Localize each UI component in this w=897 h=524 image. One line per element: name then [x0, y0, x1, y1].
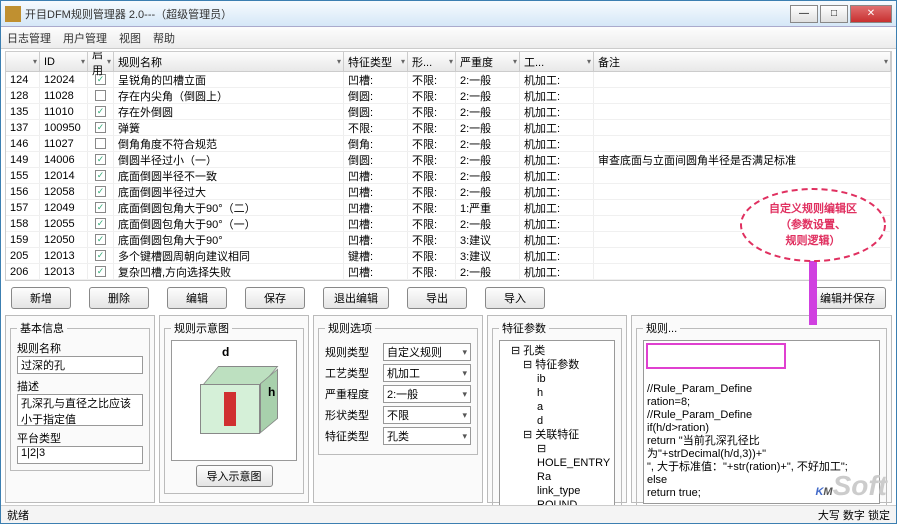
plat-label: 平台类型 [17, 430, 143, 446]
detail-area: 基本信息 规则名称 过深的孔 描述 孔深孔与直径之比应该小于指定值 平台类型 1… [1, 313, 896, 505]
titlebar[interactable]: 开目DFM规则管理器 2.0---（超级管理员） ― □ ✕ [1, 1, 896, 27]
highlight-box [646, 343, 786, 369]
label-d: d [222, 345, 229, 359]
edit-data-button[interactable]: 编辑并保存 [809, 287, 886, 309]
rule-type-select[interactable]: 自定义规则 [383, 343, 471, 361]
maximize-button[interactable]: □ [820, 5, 848, 23]
params-legend: 特征参数 [499, 320, 549, 336]
col-proc[interactable]: 工... [520, 52, 594, 71]
feature-select[interactable]: 孔类 [383, 427, 471, 445]
grid-header[interactable]: ID 启用 规则名称 特征类型 形... 严重度 工... 备注 [6, 52, 891, 72]
callout-cloud: 自定义规则编辑区（参数设置、规则逻辑） [733, 180, 893, 270]
menu-log[interactable]: 日志管理 [7, 30, 51, 46]
toolbar: 新增 删除 编辑 保存 退出编辑 导出 导入 编辑并保存 [1, 283, 896, 313]
feature-tree[interactable]: ⊟ 孔类⊟ 特征参数ibhad⊟ 关联特征⊟ HOLE_ENTRYRalink_… [499, 340, 615, 505]
menubar: 日志管理 用户管理 视图 帮助 [1, 27, 896, 49]
statusbar: 就绪 大写 数字 锁定 [1, 505, 896, 523]
edit-button[interactable]: 编辑 [167, 287, 227, 309]
col-id[interactable]: ID [40, 52, 88, 71]
menu-user[interactable]: 用户管理 [63, 30, 107, 46]
close-button[interactable]: ✕ [850, 5, 892, 23]
status-left: 就绪 [7, 507, 29, 523]
type-label: 规则类型 [325, 344, 377, 360]
basic-panel: 基本信息 规则名称 过深的孔 描述 孔深孔与直径之比应该小于指定值 平台类型 1… [5, 315, 155, 503]
watermark-logo: KMSoft [815, 470, 887, 502]
table-row[interactable]: 12412024✓呈锐角的凹槽立面凹槽:不限:2:一般机加工: [6, 72, 891, 88]
menu-view[interactable]: 视图 [119, 30, 141, 46]
table-row[interactable]: 13511010✓存在外倒圆倒圆:不限:2:一般机加工: [6, 104, 891, 120]
import-diagram-button[interactable]: 导入示意图 [196, 465, 273, 487]
rule-name-input[interactable]: 过深的孔 [17, 356, 143, 374]
col-index[interactable] [6, 52, 40, 71]
platform-input[interactable]: 1|2|3 [17, 446, 143, 464]
label-h: h [268, 385, 275, 399]
diagram-legend: 规则示意图 [171, 320, 232, 336]
desc-label: 描述 [17, 378, 143, 394]
severity-select[interactable]: 2:一般 [383, 385, 471, 403]
window-title: 开目DFM规则管理器 2.0---（超级管理员） [25, 6, 790, 22]
col-name[interactable]: 规则名称 [114, 52, 344, 71]
params-panel: 特征参数 ⊟ 孔类⊟ 特征参数ibhad⊟ 关联特征⊟ HOLE_ENTRYRa… [487, 315, 627, 503]
col-enable[interactable]: 启用 [88, 52, 114, 71]
minimize-button[interactable]: ― [790, 5, 818, 23]
app-icon [5, 6, 21, 22]
col-note[interactable]: 备注 [594, 52, 891, 71]
basic-legend: 基本信息 [17, 320, 67, 336]
delete-button[interactable]: 删除 [89, 287, 149, 309]
name-label: 规则名称 [17, 340, 143, 356]
table-row[interactable]: 21413032✓共面小孔分组报告孔类:不限:3:建议机加工: [6, 280, 891, 281]
options-panel: 规则选项 规则类型自定义规则 工艺类型机加工 严重程度 2:一般 形状类型不限 特… [313, 315, 483, 503]
diagram-panel: 规则示意图 d h 导入示意图 [159, 315, 309, 503]
proc-label: 工艺类型 [325, 365, 377, 381]
code-legend: 规则... [643, 320, 680, 336]
table-row[interactable]: 12811028存在内尖角（倒圆上）倒圆:不限:2:一般机加工: [6, 88, 891, 104]
proc-type-select[interactable]: 机加工 [383, 364, 471, 382]
import-button[interactable]: 导入 [485, 287, 545, 309]
menu-help[interactable]: 帮助 [153, 30, 175, 46]
col-shape[interactable]: 形... [408, 52, 456, 71]
exit-edit-button[interactable]: 退出编辑 [323, 287, 389, 309]
save-button[interactable]: 保存 [245, 287, 305, 309]
shape-select[interactable]: 不限 [383, 406, 471, 424]
rule-desc-input[interactable]: 孔深孔与直径之比应该小于指定值 [17, 394, 143, 426]
table-row[interactable]: 137100950✓弹簧不限:不限:2:一般机加工: [6, 120, 891, 136]
status-right: 大写 数字 锁定 [818, 507, 890, 523]
feat-label: 特征类型 [325, 428, 377, 444]
sev-label: 严重程度 [325, 386, 377, 402]
table-row[interactable]: 14914006✓倒圆半径过小（一）倒圆:不限:2:一般机加工:审查底面与立面间… [6, 152, 891, 168]
diagram-view: d h [171, 340, 297, 461]
col-severity[interactable]: 严重度 [456, 52, 520, 71]
options-legend: 规则选项 [325, 320, 375, 336]
table-row[interactable]: 14611027倒角角度不符合规范倒角:不限:2:一般机加工: [6, 136, 891, 152]
col-ftype[interactable]: 特征类型 [344, 52, 408, 71]
export-button[interactable]: 导出 [407, 287, 467, 309]
shape-label: 形状类型 [325, 407, 377, 423]
add-button[interactable]: 新增 [11, 287, 71, 309]
